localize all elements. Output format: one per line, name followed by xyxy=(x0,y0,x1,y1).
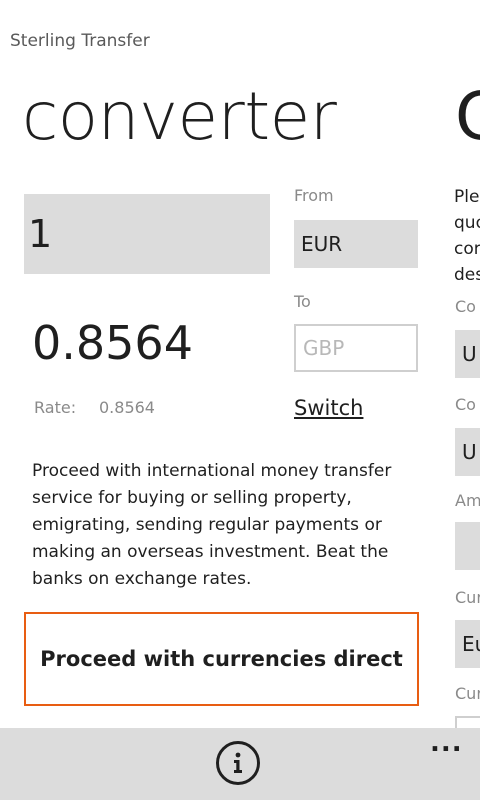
page-title[interactable]: converter xyxy=(22,78,337,155)
peek-field-value: U xyxy=(462,440,477,464)
more-menu-button[interactable]: ... xyxy=(430,728,463,758)
peek-field[interactable]: Eu xyxy=(455,620,480,668)
peek-field-value: Eu xyxy=(462,632,480,656)
app-title: Sterling Transfer xyxy=(10,31,150,51)
to-currency-value: GBP xyxy=(303,336,345,360)
peek-text-line: Ple xyxy=(454,187,480,207)
info-button[interactable] xyxy=(216,741,260,785)
peek-text-line: des xyxy=(454,265,480,285)
peek-field[interactable] xyxy=(455,522,480,570)
peek-label: Co xyxy=(455,297,476,316)
peek-text-line: cor xyxy=(454,239,480,259)
peek-field[interactable]: U xyxy=(455,330,480,378)
to-label: To xyxy=(294,292,311,311)
info-icon xyxy=(234,752,242,773)
peek-text-line: quo xyxy=(454,213,480,233)
switch-link[interactable]: Switch xyxy=(294,396,363,420)
from-currency-value: EUR xyxy=(301,232,343,256)
peek-label: Co xyxy=(455,395,476,414)
peek-label: Am xyxy=(455,491,480,510)
peek-field-value: U xyxy=(462,342,477,366)
amount-input[interactable] xyxy=(24,194,270,274)
from-label: From xyxy=(294,186,334,205)
rate-value: 0.8564 xyxy=(99,398,155,417)
from-currency-select[interactable]: EUR xyxy=(294,220,418,268)
proceed-button-label: Proceed with currencies direct xyxy=(40,647,403,671)
description-text: Proceed with international money transfe… xyxy=(32,461,392,589)
next-pivot-title-peek[interactable]: C xyxy=(455,78,480,155)
app-bar: ... xyxy=(0,728,480,800)
peek-label: Cur xyxy=(455,684,480,703)
rate-label: Rate: xyxy=(34,398,77,417)
peek-label: Cur xyxy=(455,588,480,607)
peek-field[interactable]: U xyxy=(455,428,480,476)
proceed-button[interactable]: Proceed with currencies direct xyxy=(24,612,419,706)
to-currency-select[interactable]: GBP xyxy=(294,324,418,372)
converted-result: 0.8564 xyxy=(32,316,193,370)
